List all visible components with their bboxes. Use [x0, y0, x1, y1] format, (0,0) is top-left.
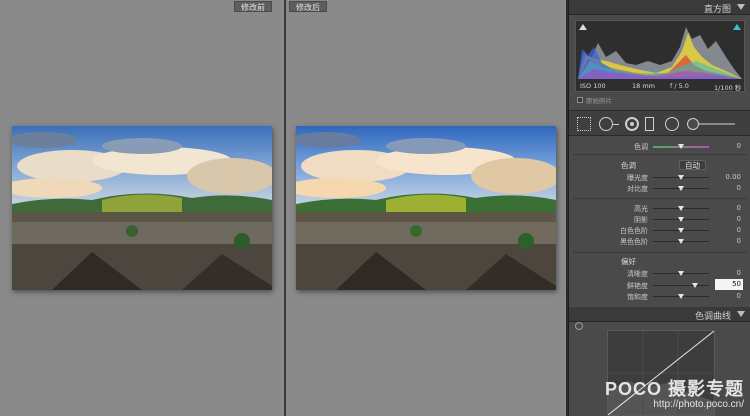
spot-removal-icon[interactable]: [599, 117, 619, 131]
blacks-thumb[interactable]: [678, 239, 684, 244]
shadows-value[interactable]: 0: [737, 215, 741, 223]
tool-strip: [569, 110, 750, 136]
clarity-value[interactable]: 0: [737, 269, 741, 277]
watermark: POCO 摄影专题 http://photo.poco.cn/: [605, 375, 744, 410]
collapse-triangle-icon[interactable]: [737, 4, 745, 10]
histogram-graph: ISO 100 18 mm f / 5.0 1/100 秒: [575, 20, 745, 92]
saturation-label: 饱和度: [627, 293, 648, 301]
exif-shutter: 1/100 秒: [714, 84, 742, 92]
whites-value[interactable]: 0: [737, 226, 741, 234]
highlight-clipping-icon[interactable]: [733, 24, 741, 30]
exif-focal: 18 mm: [632, 82, 656, 90]
clarity-thumb[interactable]: [678, 271, 684, 276]
histogram-curves: [578, 27, 742, 79]
whites-row: 白色色阶 0: [569, 225, 750, 236]
exposure-row: 曝光度 0.00: [569, 172, 750, 183]
tone-curve-header[interactable]: 色调曲线: [569, 307, 750, 322]
before-label: 修改前: [234, 1, 272, 12]
original-photo-toggle[interactable]: 原始照片: [577, 95, 612, 105]
vibrance-thumb[interactable]: [692, 283, 698, 288]
vibrance-row: 鲜艳度 50: [569, 279, 750, 291]
radial-filter-icon[interactable]: [665, 117, 679, 131]
highlights-thumb[interactable]: [678, 206, 684, 211]
landscape-photo-before: [12, 126, 272, 290]
tint-row: 色调 0: [569, 141, 750, 152]
target-adjust-icon[interactable]: [575, 322, 583, 330]
exif-aperture: f / 5.0: [670, 82, 689, 90]
after-photo[interactable]: [296, 126, 556, 290]
contrast-thumb[interactable]: [678, 186, 684, 191]
tint-label: 色调: [634, 143, 648, 151]
shadows-label: 阴影: [634, 216, 648, 224]
tint-thumb[interactable]: [678, 144, 684, 149]
exposure-thumb[interactable]: [678, 175, 684, 180]
vibrance-label: 鲜艳度: [627, 282, 648, 290]
vibrance-track[interactable]: [653, 285, 709, 286]
highlights-value[interactable]: 0: [737, 204, 741, 212]
blacks-row: 黑色色阶 0: [569, 236, 750, 247]
graduated-filter-icon[interactable]: [645, 117, 654, 131]
histogram-header[interactable]: 直方图: [569, 0, 750, 15]
checkbox-icon[interactable]: [577, 97, 583, 103]
saturation-thumb[interactable]: [678, 294, 684, 299]
watermark-brand: POCO 摄影专题: [604, 379, 744, 399]
highlights-label: 高光: [634, 205, 648, 213]
after-label: 修改后: [289, 1, 327, 12]
whites-label: 白色色阶: [620, 227, 648, 235]
vibrance-value-input[interactable]: 50: [715, 279, 743, 290]
blacks-label: 黑色色阶: [620, 238, 648, 246]
after-pane: 修改后: [286, 0, 566, 416]
landscape-photo-after: [296, 126, 556, 290]
before-photo[interactable]: [12, 126, 272, 290]
saturation-row: 饱和度 0: [569, 291, 750, 302]
histogram-title: 直方图: [703, 5, 731, 15]
adjustment-brush-icon[interactable]: [687, 118, 735, 130]
before-pane: 修改前: [0, 0, 284, 416]
tone-title: 色调: [621, 161, 636, 170]
highlights-row: 高光 0: [569, 203, 750, 214]
exposure-value[interactable]: 0.00: [725, 173, 741, 181]
whites-thumb[interactable]: [678, 228, 684, 233]
exposure-label: 曝光度: [627, 174, 648, 182]
develop-panel: 直方图 ISO 100 18 mm f / 5.0 1/100 秒 原始照片 色…: [568, 0, 750, 416]
tint-value[interactable]: 0: [737, 142, 741, 150]
original-photo-label: 原始照片: [586, 97, 612, 105]
shadows-row: 阴影 0: [569, 214, 750, 225]
clarity-row: 清晰度 0: [569, 268, 750, 279]
contrast-row: 对比度 0: [569, 183, 750, 194]
tone-curve-title: 色调曲线: [694, 312, 731, 322]
exif-iso: ISO 100: [580, 82, 606, 90]
contrast-label: 对比度: [627, 185, 648, 193]
shadows-thumb[interactable]: [678, 217, 684, 222]
presence-title: 偏好: [621, 257, 636, 266]
crop-icon[interactable]: [577, 117, 591, 131]
red-eye-icon[interactable]: [625, 117, 639, 131]
clarity-label: 清晰度: [627, 270, 648, 278]
collapse-triangle-icon[interactable]: [737, 311, 745, 317]
auto-tone-button[interactable]: 自动: [679, 160, 706, 170]
saturation-value[interactable]: 0: [737, 292, 741, 300]
blacks-value[interactable]: 0: [737, 237, 741, 245]
contrast-value[interactable]: 0: [737, 184, 741, 192]
shadow-clipping-icon[interactable]: [579, 24, 587, 30]
